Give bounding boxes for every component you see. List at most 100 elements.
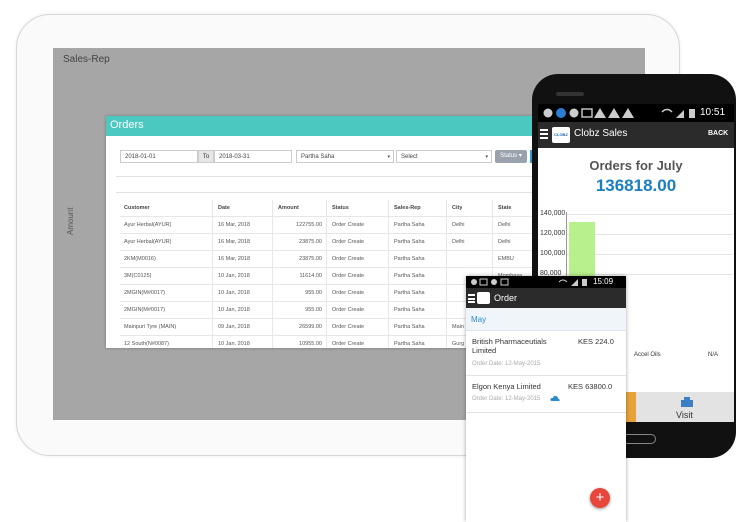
column-header[interactable]: State bbox=[498, 200, 511, 216]
column-header[interactable]: Customer bbox=[124, 200, 150, 216]
sales-rep-cell: Partha Saha bbox=[394, 239, 425, 245]
divider bbox=[116, 192, 538, 193]
small-app-title: Order bbox=[494, 293, 518, 303]
date-from-input[interactable]: 2018-01-01 bbox=[120, 150, 198, 163]
order-list-item[interactable]: British Pharmaceutials Limited KES 224.0… bbox=[466, 331, 626, 376]
amount-cell: 10955.00 bbox=[299, 341, 322, 347]
table-header-row: Customer Date Amount Status Sales-Rep Ci… bbox=[120, 200, 538, 217]
status-select[interactable]: Select ▾ bbox=[396, 150, 492, 163]
customer-cell: 2KM(M0016) bbox=[124, 256, 156, 262]
small-phone-app-bar: Order bbox=[466, 288, 626, 308]
sales-rep-cell: Partha Saha bbox=[394, 256, 425, 262]
sales-rep-cell: Partha Saha bbox=[394, 290, 425, 296]
grid-line bbox=[566, 214, 732, 215]
orders-month-title: Orders for July bbox=[589, 158, 683, 173]
date-cell: 10 Jan, 2018 bbox=[218, 307, 250, 313]
sales-rep-select[interactable]: Partha Saha ▾ bbox=[296, 150, 394, 163]
table-row[interactable]: 2KM(M0016) 16 Mar, 2018 23875.00 Order C… bbox=[120, 251, 538, 268]
order-date: Order Date: 12-May-2015 bbox=[472, 396, 541, 402]
status-select-value: Select bbox=[401, 154, 418, 160]
chevron-down-icon: ▾ bbox=[387, 154, 390, 160]
city-cell: Delhi bbox=[452, 222, 465, 228]
y-tick-label: 120,000 bbox=[540, 230, 566, 237]
date-cell: 10 Jan, 2018 bbox=[218, 273, 250, 279]
date-cell: 10 Jan, 2018 bbox=[218, 290, 250, 296]
orders-title: Orders bbox=[110, 119, 144, 131]
x-category-label: N/A bbox=[708, 352, 719, 358]
customer-cell: Ayur Herbal(AYUR) bbox=[124, 222, 172, 228]
menu-icon[interactable] bbox=[540, 129, 548, 139]
sales-rep-cell: Partha Saha bbox=[394, 273, 425, 279]
orders-total: 136818.00 bbox=[595, 176, 677, 195]
signal-battery-icons bbox=[661, 108, 695, 118]
sales-rep-cell: Partha Saha bbox=[394, 341, 425, 347]
column-header[interactable]: Status bbox=[332, 200, 349, 216]
cloud-upload-icon bbox=[550, 395, 560, 401]
status-cell: Order Create bbox=[332, 222, 365, 228]
status-cell: Order Create bbox=[332, 290, 365, 296]
menu-icon[interactable] bbox=[468, 294, 475, 305]
sales-rep-cell: Partha Saha bbox=[394, 324, 425, 330]
app-title: Clobz Sales bbox=[574, 128, 628, 139]
amount-cell: 26599.00 bbox=[299, 324, 322, 330]
status-cell: Order Create bbox=[332, 273, 365, 279]
sales-rep-cell: Partha Saha bbox=[394, 222, 425, 228]
y-tick-label: 140,000 bbox=[540, 210, 566, 217]
chevron-down-icon: ▾ bbox=[485, 154, 488, 160]
order-customer-name: Elgon Kenya Limited bbox=[472, 382, 541, 391]
phone-clock: 10:51 bbox=[700, 107, 726, 118]
tablet-app-title: Sales-Rep bbox=[63, 54, 110, 65]
sales-rep-cell: Partha Saha bbox=[394, 307, 425, 313]
small-phone-clock: 15:09 bbox=[593, 277, 614, 286]
to-label: To bbox=[198, 150, 214, 163]
sales-rep-value: Partha Saha bbox=[301, 154, 335, 160]
order-amount: KES 63800.0 bbox=[568, 382, 613, 391]
notification-icons bbox=[471, 278, 509, 286]
customer-cell: 3M(C0125) bbox=[124, 273, 152, 279]
status-cell: Order Create bbox=[332, 324, 365, 330]
date-cell: 10 Jan, 2018 bbox=[218, 341, 250, 347]
table-row[interactable]: Ayur Herbal(AYUR) 16 Mar, 2018 23875.00 … bbox=[120, 234, 538, 251]
column-header[interactable]: Sales-Rep bbox=[394, 200, 421, 216]
tab-visit[interactable]: Visit bbox=[676, 410, 693, 420]
table-row[interactable]: Ayur Herbal(AYUR) 16 Mar, 2018 122755.00… bbox=[120, 217, 538, 234]
phone-app-bar: CLOBZ Clobz Sales BACK bbox=[538, 122, 734, 148]
column-header[interactable]: Date bbox=[218, 200, 230, 216]
status-cell: Order Create bbox=[332, 256, 365, 262]
status-button[interactable]: Status ▾ bbox=[495, 150, 527, 163]
small-phone-screen: 15:09 Order May British Pharmaceutials L… bbox=[466, 276, 626, 522]
state-cell: Delhi bbox=[498, 222, 511, 228]
add-order-button[interactable]: + bbox=[590, 488, 610, 508]
amount-cell: 23875.00 bbox=[299, 256, 322, 262]
state-cell: Delhi bbox=[498, 239, 511, 245]
month-header: May bbox=[466, 308, 626, 331]
amount-cell: 11614.00 bbox=[299, 273, 322, 279]
date-cell: 16 Mar, 2018 bbox=[218, 256, 251, 262]
phone-status-bar: 10:51 bbox=[538, 104, 734, 122]
customer-cell: Mainpuri Tyre (MAIN) bbox=[124, 324, 177, 330]
order-customer-name: British Pharmaceutials Limited bbox=[472, 337, 547, 355]
customer-cell: 2MGIN(M#0017) bbox=[124, 290, 165, 296]
visit-icon bbox=[681, 397, 693, 407]
column-header[interactable]: City bbox=[452, 200, 462, 216]
app-logo bbox=[477, 292, 490, 304]
date-cell: 16 Mar, 2018 bbox=[218, 222, 251, 228]
date-cell: 16 Mar, 2018 bbox=[218, 239, 251, 245]
city-cell: Gurg bbox=[452, 341, 465, 347]
city-cell: Main bbox=[452, 324, 464, 330]
customer-cell: 12 South(N#0087) bbox=[124, 341, 169, 347]
amount-cell: 122755.00 bbox=[296, 222, 322, 228]
month-label: May bbox=[471, 315, 487, 324]
back-button[interactable]: BACK bbox=[708, 130, 728, 137]
amount-cell: 955.00 bbox=[305, 307, 322, 313]
amount-cell: 23875.00 bbox=[299, 239, 322, 245]
amount-cell: 955.00 bbox=[305, 290, 322, 296]
order-list-item[interactable]: Elgon Kenya Limited KES 63800.0 Order Da… bbox=[466, 376, 626, 413]
status-cell: Order Create bbox=[332, 307, 365, 313]
orders-header: Orders bbox=[106, 116, 538, 136]
y-axis-label: Amount bbox=[66, 207, 75, 235]
y-tick-label: 100,000 bbox=[540, 250, 566, 257]
column-header[interactable]: Amount bbox=[278, 200, 299, 216]
date-to-input[interactable]: 2018-03-31 bbox=[214, 150, 292, 163]
notification-icons bbox=[543, 108, 634, 118]
